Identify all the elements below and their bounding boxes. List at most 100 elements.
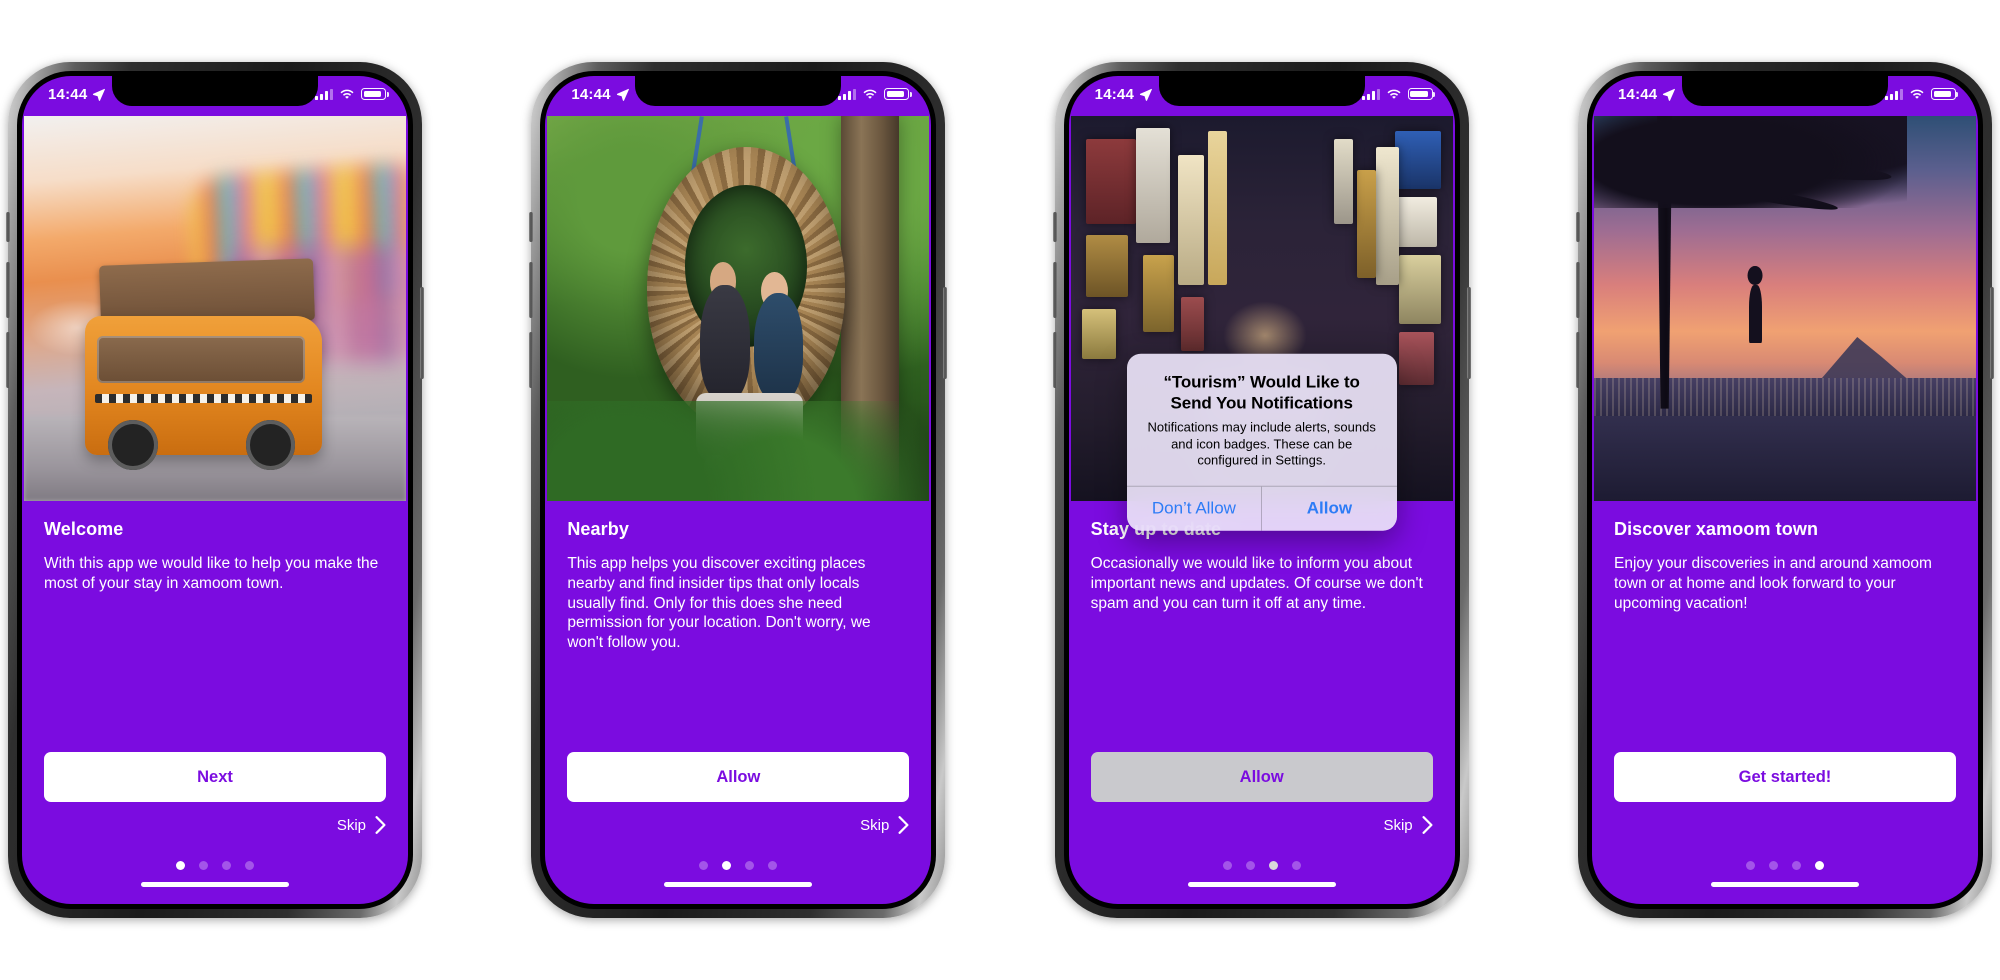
home-indicator[interactable] [1614,882,1956,904]
phone-mockup-3: 14:44 Stay Occasionally we would like to… [1052,62,1471,918]
volume-down-button[interactable] [1052,332,1057,388]
page-indicator[interactable] [44,848,386,882]
volume-up-button[interactable] [1052,262,1057,318]
slide-footer: Allow Skip [545,752,931,904]
alert-actions: Don’t Allow Allow [1126,485,1397,531]
device-screen: 14:44 [22,76,408,904]
location-arrow-icon [616,88,629,101]
page-dot-2[interactable] [1768,860,1778,870]
mute-switch[interactable] [1575,212,1580,242]
chevron-right-icon [898,816,909,834]
status-bar-time: 14:44 [48,85,88,103]
status-bar-right [315,88,389,100]
slide-image [547,116,930,501]
slide-text: Discover xamoom town Enjoy your discover… [1592,501,1978,752]
chevron-right-icon [375,816,386,834]
skip-button[interactable]: Skip [567,802,909,848]
device-screen: 14:44 [545,76,932,904]
primary-cta-button[interactable]: Next [44,752,386,802]
page-indicator[interactable] [567,848,909,882]
volume-up-button[interactable] [529,262,534,318]
wifi-icon [863,89,877,99]
page-dot-2[interactable] [722,860,732,870]
battery-icon [884,88,912,100]
slide-footer: Next Skip [22,752,408,904]
location-arrow-icon [1663,88,1676,101]
alert-message: Notifications may include alerts, sounds… [1147,420,1376,468]
alert-title: “Tourism” Would Like to Send You Notific… [1163,372,1360,413]
status-bar-time: 14:44 [571,85,611,103]
wifi-icon [340,89,354,99]
couple-in-jungle-nest-swing-photo [547,116,930,501]
primary-cta-button[interactable]: Allow [567,752,910,802]
slide-title: Welcome [44,519,124,539]
slide-body: Enjoy your discoveries in and around xam… [1613,555,1932,612]
cellular-signal-icon [1884,88,1903,100]
skip-label: Skip [336,816,366,834]
phone-mockup-4: 14:44 Discover xamoom town Enjoy your di… [1575,62,1994,918]
device-screen: 14:44 [1068,76,1455,904]
page-indicator[interactable] [1614,848,1956,882]
battery-icon [1930,88,1959,100]
slide-body: With this app we would like to help you … [44,555,379,592]
power-button[interactable] [1466,287,1471,379]
notch [1681,76,1888,106]
slide-title: Nearby [567,519,629,539]
volume-up-button[interactable] [1575,262,1580,318]
notification-permission-alert: “Tourism” Would Like to Send You Notific… [1126,353,1397,531]
skip-label: Skip [860,816,890,834]
slide-text: Nearby This app helps you discover excit… [545,501,931,752]
status-bar-right [1884,88,1959,100]
home-indicator[interactable] [567,882,909,904]
home-indicator[interactable] [44,882,386,904]
wifi-icon [1910,89,1924,99]
onboarding-screenshot-row: 14:44 Welcome With this app we would lik… [0,0,2000,980]
primary-cta-button[interactable]: Get started! [1613,752,1956,802]
allow-button[interactable]: Allow [1262,486,1397,530]
status-bar-right [838,88,912,100]
location-arrow-icon [93,88,106,101]
phone-mockup-1: 14:44 Welcome With this app we would lik… [6,62,424,918]
power-button[interactable] [943,287,948,379]
page-dot-4[interactable] [1814,860,1824,870]
mute-switch[interactable] [1052,212,1057,242]
volume-down-button[interactable] [529,332,534,388]
cellular-signal-icon [838,88,857,100]
phone-mockup-2: 14:44 Nearby This app helps you discover… [529,62,948,918]
page-dot-4[interactable] [768,860,778,870]
cellular-signal-icon [315,88,333,100]
device-screen: 14:44 [1591,76,1978,904]
skip-button[interactable]: Skip [44,802,386,848]
page-dot-3[interactable] [745,860,755,870]
status-bar-left: 14:44 [571,85,629,103]
dont-allow-button[interactable]: Don’t Allow [1127,486,1262,530]
toy-campervan-with-luggage-photo [24,116,406,501]
mute-switch[interactable] [6,212,10,242]
slide-title: Discover xamoom town [1613,519,1819,539]
mute-switch[interactable] [529,212,534,242]
page-dot-1[interactable] [1745,860,1755,870]
slide-image [24,116,406,501]
status-bar-left: 14:44 [1617,85,1676,103]
page-dot-3[interactable] [1791,860,1801,870]
page-dot-3[interactable] [222,860,231,870]
page-dot-1[interactable] [176,860,185,870]
volume-down-button[interactable] [6,332,10,388]
notch [112,76,318,106]
slide-footer: Get started! Skip [1592,752,1978,904]
slide-image [1593,116,1976,501]
volume-up-button[interactable] [6,262,10,318]
alert-body: “Tourism” Would Like to Send You Notific… [1127,354,1397,486]
sunset-overlook-with-tree-photo [1593,116,1976,501]
status-bar-left: 14:44 [48,85,106,103]
power-button[interactable] [420,287,424,379]
volume-down-button[interactable] [1575,332,1580,388]
status-bar-time: 14:44 [1617,85,1658,103]
page-dot-2[interactable] [199,860,208,870]
page-dot-1[interactable] [699,860,709,870]
power-button[interactable] [1989,287,1994,379]
slide-text: Welcome With this app we would like to h… [22,501,408,752]
battery-icon [361,88,389,100]
page-dot-4[interactable] [245,860,254,870]
notch [635,76,842,106]
